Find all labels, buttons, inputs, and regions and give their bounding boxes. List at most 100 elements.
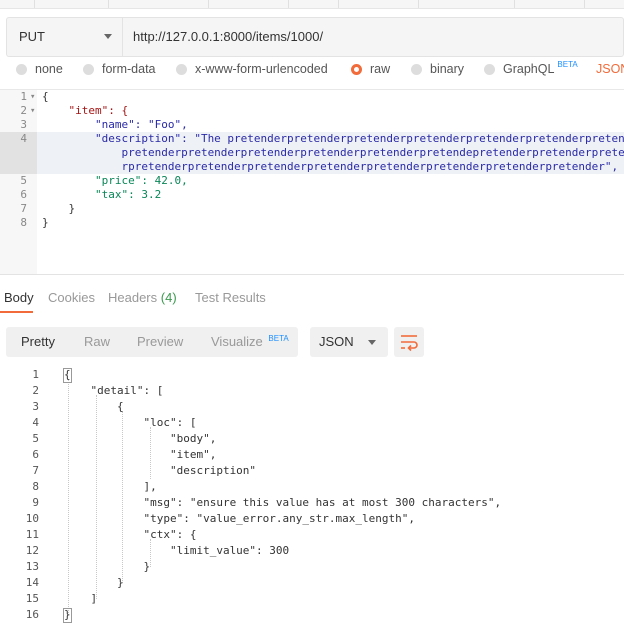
line-number: 5 [20, 174, 27, 187]
top-tab[interactable] [108, 0, 209, 8]
method-select[interactable]: PUT [7, 18, 123, 56]
top-tab[interactable] [34, 0, 109, 8]
view-visualize[interactable]: Visualize BETA [211, 327, 289, 359]
view-mode-segment: Pretty Raw Preview Visualize BETA [6, 327, 298, 357]
view-raw[interactable]: Raw [84, 327, 110, 357]
line-number: 2 [20, 104, 27, 117]
radio-icon[interactable] [83, 63, 94, 75]
tab-label: Cookies [48, 290, 95, 305]
view-label: Visualize [211, 334, 263, 349]
view-label: Preview [137, 334, 184, 349]
radio-icon[interactable] [411, 63, 422, 75]
line-number: 4 [20, 132, 27, 145]
top-tab[interactable] [418, 0, 515, 8]
chevron-down-icon [104, 34, 112, 39]
format-label: JSON [319, 334, 354, 349]
top-tab-strip [0, 0, 624, 9]
line-number: 7 [20, 202, 27, 215]
code-line: "msg": "ensure this value has at most 30… [64, 496, 502, 509]
body-type-graphql[interactable]: GraphQL BETA [484, 59, 578, 76]
view-label: Raw [84, 334, 111, 349]
line-number: 14 [25, 576, 39, 589]
response-format-select[interactable]: JSON [310, 327, 388, 357]
code-line: } [42, 202, 76, 215]
code-line: "description" [64, 464, 257, 477]
line-number: 9 [32, 496, 39, 509]
code-line: } [64, 608, 71, 621]
top-tab[interactable] [208, 0, 289, 8]
code-line: "limit_value": 300 [64, 544, 290, 557]
body-type-label: x-www-form-urlencoded [195, 62, 328, 76]
body-type-options: none form-data x-www-form-urlencoded raw… [0, 59, 624, 80]
top-tab[interactable] [0, 0, 35, 8]
code-line: ] [64, 592, 98, 605]
code-line: "item": { [42, 104, 129, 117]
line-number: 8 [32, 480, 39, 493]
body-type-label: form-data [102, 62, 156, 76]
method-label: PUT [19, 29, 45, 44]
line-number: 4 [32, 416, 39, 429]
tab-test-results[interactable]: Test Results [195, 290, 266, 305]
line-number: 11 [25, 528, 39, 541]
tab-label: Body [4, 290, 34, 305]
view-pretty[interactable]: Pretty [21, 327, 55, 357]
line-number: 15 [25, 592, 39, 605]
raw-format-select[interactable]: JSON [596, 62, 624, 76]
body-type-label: GraphQL [503, 62, 555, 76]
code-line: "description": "The pretenderpretenderpr… [42, 132, 624, 145]
body-type-binary[interactable]: binary [411, 62, 464, 76]
line-number: 10 [25, 512, 39, 525]
radio-selected-icon[interactable] [351, 63, 362, 75]
url-input[interactable]: http://127.0.0.1:8000/items/1000/ [133, 18, 323, 56]
code-line: { [42, 90, 49, 103]
fold-toggle-icon[interactable]: ▾ [30, 104, 35, 118]
tab-body[interactable]: Body [4, 290, 34, 305]
body-type-urlencoded[interactable]: x-www-form-urlencoded [176, 62, 328, 76]
tab-headers[interactable]: Headers (4) [108, 290, 177, 305]
code-line: } [64, 576, 124, 589]
code-line: "detail": [ [64, 384, 164, 397]
beta-badge: BETA [557, 59, 578, 69]
body-type-form-data[interactable]: form-data [83, 62, 156, 76]
top-tab[interactable] [338, 0, 419, 8]
code-line: "name": "Foo", [42, 118, 188, 131]
tab-label: Headers [108, 290, 158, 305]
request-body-editor[interactable]: 1 2 3 4 5 6 7 8 ▾ ▾ { "item": { "name": … [0, 89, 624, 275]
request-url-bar: PUT http://127.0.0.1:8000/items/1000/ [6, 17, 624, 57]
code-line: pretenderpretenderpretenderpretenderpret… [42, 146, 624, 159]
top-tab[interactable] [288, 0, 339, 8]
wrap-lines-button[interactable] [394, 327, 424, 357]
radio-icon[interactable] [176, 63, 187, 75]
tab-cookies[interactable]: Cookies [48, 290, 95, 305]
code-line: "price": 42.0, [42, 174, 188, 187]
view-preview[interactable]: Preview [137, 327, 183, 357]
line-number: 8 [20, 216, 27, 229]
body-type-label: raw [370, 62, 391, 76]
line-number: 13 [25, 560, 39, 573]
body-type-label: none [35, 62, 63, 76]
raw-format-label: JSON [596, 62, 624, 76]
view-label: Pretty [21, 334, 55, 349]
radio-icon[interactable] [484, 63, 495, 75]
fold-toggle-icon[interactable]: ▾ [30, 90, 35, 104]
code-line: "loc": [ [64, 416, 197, 429]
line-number: 1 [20, 90, 27, 103]
body-type-label: binary [430, 62, 465, 76]
line-number: 1 [32, 368, 39, 381]
body-type-none[interactable]: none [16, 62, 63, 76]
pane-divider[interactable] [0, 274, 624, 275]
line-number: 6 [32, 448, 39, 461]
line-number: 2 [32, 384, 39, 397]
code-line: "type": "value_error.any_str.max_length"… [64, 512, 415, 525]
radio-icon[interactable] [16, 63, 27, 75]
tab-label: Test Results [195, 290, 266, 305]
body-type-raw[interactable]: raw [351, 62, 390, 76]
beta-badge: BETA [268, 334, 289, 343]
code-line: "ctx": { [64, 528, 197, 541]
line-number: 12 [25, 544, 39, 557]
line-number: 5 [32, 432, 39, 445]
top-tab[interactable] [514, 0, 585, 8]
chevron-down-icon [368, 340, 376, 345]
code-line: { [64, 400, 124, 413]
response-body-viewer[interactable]: 1 2 3 4 5 6 7 8 9 10 11 12 13 14 15 16 {… [0, 367, 624, 627]
